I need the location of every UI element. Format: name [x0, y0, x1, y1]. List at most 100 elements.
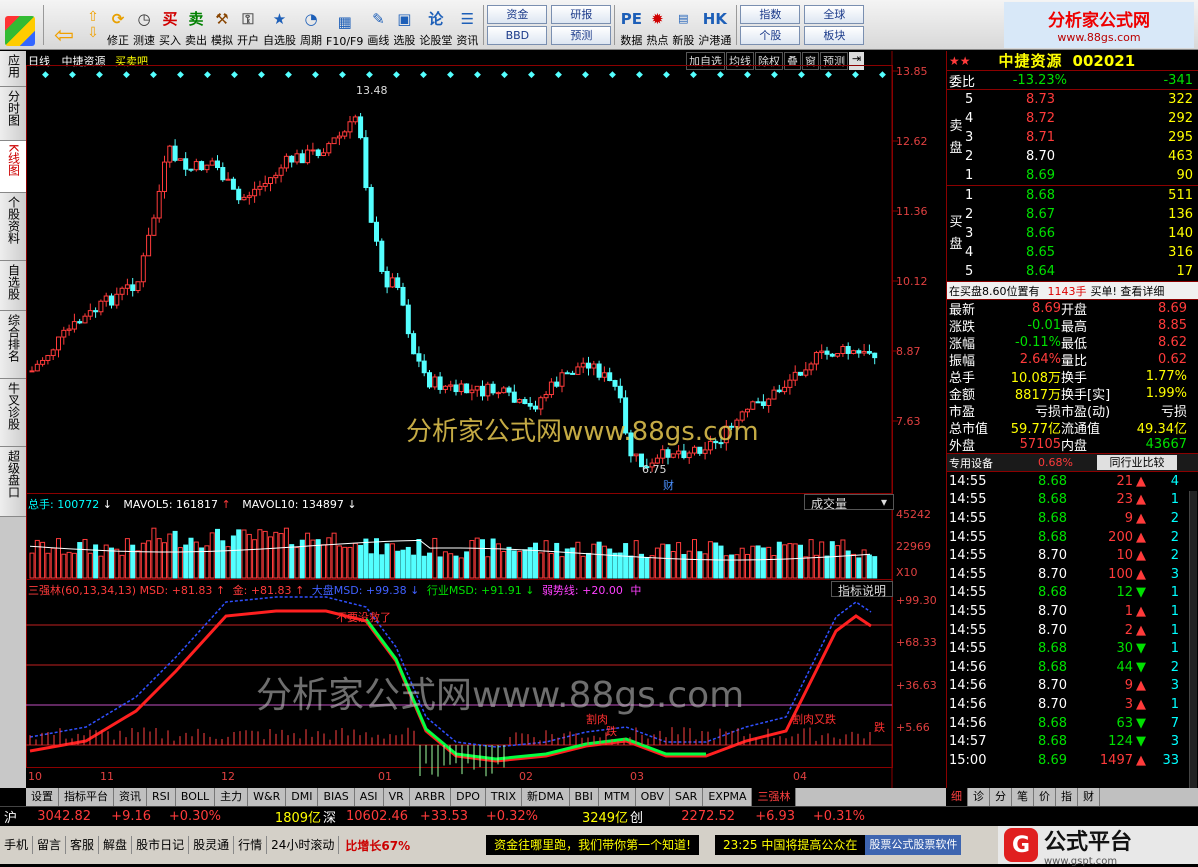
- bottom-link[interactable]: 手机: [0, 836, 34, 854]
- order-book-row[interactable]: 2 8.70 463: [965, 147, 1198, 166]
- indicator-tab[interactable]: VR: [384, 788, 410, 806]
- indicator-tab[interactable]: ASI: [355, 788, 384, 806]
- sidetab-6[interactable]: 牛叉诊股: [0, 379, 26, 447]
- indicator-tab[interactable]: DPO: [451, 788, 486, 806]
- toolbar-button-7[interactable]: ◔ 周期: [298, 2, 324, 48]
- axis-label: 8.87: [896, 345, 921, 358]
- small-button[interactable]: 全球: [804, 4, 865, 24]
- toolbar-button-10[interactable]: ▣ 选股: [391, 2, 417, 48]
- bottom-link[interactable]: 客服: [66, 836, 100, 854]
- indicator-tab[interactable]: 设置: [26, 788, 59, 806]
- indicator-tab[interactable]: 新DMA: [522, 788, 570, 806]
- bottom-link[interactable]: 24小时滚动: [267, 836, 340, 854]
- indicator-tab[interactable]: ARBR: [410, 788, 452, 806]
- indicator-tab[interactable]: 三强林: [752, 788, 797, 806]
- sidetab-3[interactable]: 个股资料: [0, 193, 26, 261]
- toolbar2-button-3[interactable]: HK 沪港通: [696, 2, 733, 48]
- sidetab-0[interactable]: 应用: [0, 51, 26, 87]
- indicator-tab[interactable]: BBI: [570, 788, 599, 806]
- toolbar-button-5[interactable]: ⚿ 开户: [235, 2, 261, 48]
- sidetab-2[interactable]: K线图: [0, 141, 26, 193]
- order-book-row[interactable]: 4 8.65 316: [965, 243, 1198, 262]
- ticker-text[interactable]: 资金往哪里跑，我们带你第一个知道!: [486, 835, 699, 855]
- order-book-row[interactable]: 5 8.64 17: [965, 262, 1198, 281]
- indicator-tab[interactable]: TRIX: [486, 788, 523, 806]
- finance-tag[interactable]: 财: [663, 478, 674, 492]
- big-order-notice[interactable]: 在买盘8.60位置有 1143手 买单! 查看详细: [947, 282, 1198, 300]
- toolbar-button-0[interactable]: ⟳ 修正: [105, 2, 131, 48]
- indicator-tab[interactable]: OBV: [636, 788, 670, 806]
- grid-button[interactable]: [0, 2, 40, 48]
- indicator-tab[interactable]: W&R: [248, 788, 287, 806]
- toolbar-button-8[interactable]: ▦ F10/F9: [324, 2, 365, 48]
- ticker-text[interactable]: 23:25 中国将提高公众在: [714, 835, 866, 855]
- small-button[interactable]: 预测: [551, 25, 612, 45]
- order-book-row[interactable]: 3 8.71 295: [965, 128, 1198, 147]
- cy-index[interactable]: 2272.52: [645, 809, 735, 824]
- indicator-tab[interactable]: 资讯: [114, 788, 147, 806]
- quote-tab[interactable]: 价: [1034, 788, 1056, 806]
- toolbar2-button-0[interactable]: PE 数据: [618, 2, 644, 48]
- indicator-tab[interactable]: 主力: [215, 788, 249, 806]
- sidetab-5[interactable]: 综合排名: [0, 311, 26, 379]
- toolbar-button-9[interactable]: ✎ 画线: [365, 2, 391, 48]
- toolbar-button-4[interactable]: ⚒ 模拟: [209, 2, 235, 48]
- indicator-explain-button[interactable]: 指标说明: [831, 581, 893, 598]
- order-level: 3: [965, 226, 974, 241]
- ticker-text[interactable]: 比增长67%: [339, 837, 416, 854]
- toolbar-button-1[interactable]: ◷ 测速: [131, 2, 157, 48]
- bottom-link[interactable]: 解盘: [99, 836, 133, 854]
- sidetab-7[interactable]: 超级盘口: [0, 447, 26, 517]
- industry-compare-button[interactable]: 同行业比较: [1097, 455, 1177, 470]
- toolbar-button-12[interactable]: ☰ 资讯: [454, 2, 480, 48]
- bottom-link[interactable]: 股灵通: [189, 836, 235, 854]
- axis-label: +36.63: [896, 679, 937, 692]
- quote-tab[interactable]: 财: [1078, 788, 1100, 806]
- small-button[interactable]: BBD: [487, 25, 548, 45]
- sidetab-1[interactable]: 分时图: [0, 87, 26, 141]
- star-icon[interactable]: ★★: [949, 54, 971, 68]
- notice-link[interactable]: 买单! 查看详细: [1091, 283, 1165, 299]
- updown-button[interactable]: ⇧ ⇩: [81, 2, 105, 48]
- small-button[interactable]: 资金: [487, 4, 548, 24]
- bottom-link[interactable]: 行情: [234, 836, 268, 854]
- small-button[interactable]: 板块: [804, 25, 865, 45]
- order-book-row[interactable]: 4 8.72 292: [965, 109, 1198, 128]
- toolbar-button-11[interactable]: 论论股堂: [417, 2, 454, 48]
- indicator-tab[interactable]: BIAS: [318, 788, 355, 806]
- sh-index[interactable]: 3042.82: [21, 809, 91, 824]
- bottom-link[interactable]: 股市日记: [132, 836, 190, 854]
- sz-index[interactable]: 10602.46: [338, 809, 408, 824]
- indicator-tab[interactable]: DMI: [286, 788, 319, 806]
- toolbar2-button-2[interactable]: ▤ 新股: [670, 2, 696, 48]
- back-button[interactable]: ⇦: [47, 2, 81, 49]
- order-book-row[interactable]: 3 8.66 140: [965, 224, 1198, 243]
- volume-indicator-select[interactable]: 成交量 ▾: [804, 494, 894, 511]
- indicator-tab[interactable]: SAR: [670, 788, 704, 806]
- toolbar-button-6[interactable]: ★ 自选股: [261, 2, 298, 48]
- quote-tab[interactable]: 指: [1056, 788, 1078, 806]
- indicator-tab[interactable]: EXPMA: [703, 788, 753, 806]
- order-book-row[interactable]: 2 8.67 136: [965, 205, 1198, 224]
- toolbar2-button-1[interactable]: ✹ 热点: [644, 2, 670, 48]
- indicator-tab[interactable]: MTM: [599, 788, 636, 806]
- tick-scrollbar[interactable]: [1189, 491, 1197, 791]
- small-button[interactable]: 个股: [740, 25, 801, 45]
- order-book-row[interactable]: 5 8.73 322: [965, 90, 1198, 109]
- toolbar-button-2[interactable]: 买买入: [157, 2, 183, 48]
- quote-tab[interactable]: 笔: [1012, 788, 1034, 806]
- small-button[interactable]: 研报: [551, 4, 612, 24]
- order-book-row[interactable]: 1 8.68 511: [965, 186, 1198, 205]
- quote-tab[interactable]: 诊: [968, 788, 990, 806]
- indicator-tab[interactable]: RSI: [147, 788, 176, 806]
- small-button[interactable]: 指数: [740, 4, 801, 24]
- indicator-tab[interactable]: 指标平台: [59, 788, 114, 806]
- indicator-tab[interactable]: BOLL: [176, 788, 216, 806]
- quote-tab[interactable]: 分: [990, 788, 1012, 806]
- bottom-link[interactable]: 留言: [33, 836, 67, 854]
- ticker-text[interactable]: 股票公式股票软件: [865, 835, 962, 855]
- order-book-row[interactable]: 1 8.69 90: [965, 166, 1198, 185]
- sidetab-4[interactable]: 自选股: [0, 261, 26, 311]
- toolbar-button-3[interactable]: 卖卖出: [183, 2, 209, 48]
- quote-tab[interactable]: 细: [946, 788, 968, 806]
